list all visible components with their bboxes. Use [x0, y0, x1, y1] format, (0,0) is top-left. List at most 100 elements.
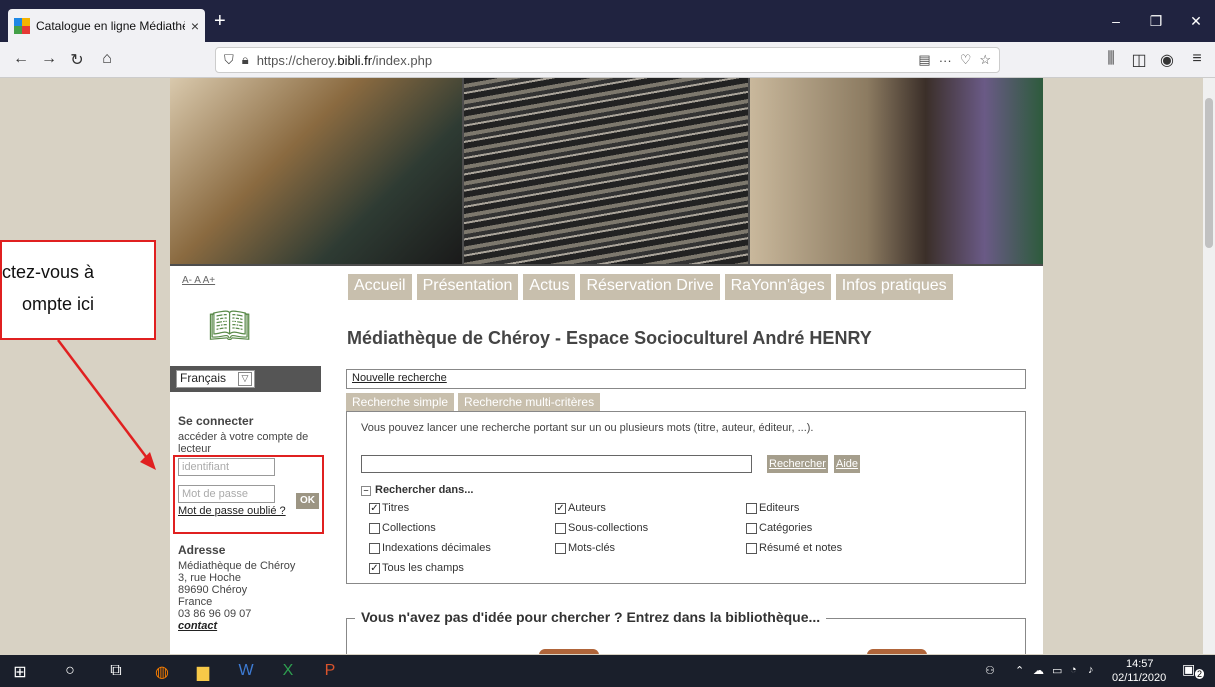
people-icon[interactable]: ⚇ [985, 664, 995, 677]
home-icon[interactable]: ⌂ [96, 50, 118, 68]
page-actions-icon[interactable]: ··· [939, 53, 952, 68]
collapse-icon[interactable]: – [361, 486, 371, 496]
windows-start-icon[interactable]: ⊞ [10, 662, 30, 682]
address-line: Médiathèque de Chéroy [178, 560, 296, 572]
search-hint: Vous pouvez lancer une recherche portant… [361, 422, 814, 434]
checkbox-icon[interactable]: ✓ [555, 502, 566, 514]
bookmark-star-icon[interactable]: ☆ [979, 52, 991, 68]
search-field-checkbox[interactable]: Résumé et notes [746, 542, 842, 554]
close-tab-icon[interactable]: × [191, 18, 199, 34]
menu-item-infos-pratiques[interactable]: Infos pratiques [835, 274, 953, 300]
word-icon[interactable]: W [236, 662, 256, 680]
banner-image [170, 78, 1043, 266]
checkbox-icon[interactable] [746, 502, 757, 514]
search-field-checkbox[interactable]: Catégories [746, 522, 812, 534]
page-content: A- A A+ 📖︎ Accueil Présentation Actus Ré… [170, 78, 1043, 654]
address-panel: Adresse Médiathèque de Chéroy 3, rue Hoc… [178, 543, 320, 632]
close-window-button[interactable]: ✕ [1181, 13, 1211, 30]
open-book-logo-icon[interactable]: 📖︎ [208, 306, 251, 346]
minimize-button[interactable]: – [1101, 13, 1131, 29]
reload-icon[interactable]: ↻ [66, 50, 88, 70]
menu-item-presentation[interactable]: Présentation [416, 274, 519, 300]
task-view-icon[interactable]: ⧉ [106, 662, 126, 680]
file-explorer-icon[interactable]: ▆ [193, 662, 213, 682]
search-field-checkbox[interactable]: Indexations décimales [369, 542, 491, 554]
address-line: 89690 Chéroy [178, 584, 248, 596]
excel-icon[interactable]: X [278, 662, 298, 680]
scrollbar[interactable] [1203, 78, 1215, 654]
chevron-down-icon[interactable]: ▽ [238, 372, 252, 386]
search-field-checkbox[interactable]: ✓ Titres [369, 502, 409, 514]
search-field-checkbox[interactable]: Collections [369, 522, 436, 534]
lock-icon[interactable]: 🔒︎ [242, 52, 249, 68]
menu-icon[interactable]: ≡ [1186, 50, 1208, 68]
book-icon[interactable] [867, 649, 927, 654]
search-input[interactable] [361, 455, 752, 473]
browser-tab[interactable]: Catalogue en ligne Médiathèqu × [8, 9, 205, 42]
scrollbar-thumb[interactable] [1205, 98, 1213, 248]
clock-time[interactable]: 14:57 [1126, 658, 1154, 670]
address-heading: Adresse [178, 543, 226, 557]
language-select[interactable]: Français ▽ [176, 370, 255, 388]
font-size-links[interactable]: A- A A+ [182, 275, 215, 286]
wifi-icon[interactable]: ◔ [1070, 664, 1077, 676]
volume-icon[interactable]: ♪ [1088, 664, 1094, 676]
new-tab-button[interactable]: + [214, 11, 226, 31]
account-icon[interactable]: ◉ [1156, 50, 1178, 70]
shield-icon[interactable]: ⛉ [224, 52, 234, 68]
main-menu: Accueil Présentation Actus Réservation D… [348, 274, 953, 300]
search-field-checkbox[interactable]: ✓ Tous les champs [369, 562, 464, 574]
address-phone: 03 86 96 09 07 [178, 608, 252, 620]
powerpoint-icon[interactable]: P [320, 662, 340, 680]
library-icon[interactable]: ⫼ [1100, 50, 1122, 68]
sidebar-icon[interactable]: ◫ [1128, 50, 1150, 70]
tab-multi-criteria-search[interactable]: Recherche multi-critères [458, 393, 601, 411]
navigation-toolbar: ← → ↻ ⌂ ⛉ 🔒︎ https://cheroy.bibli.fr/ind… [0, 42, 1215, 78]
reader-view-icon[interactable]: ▤ [918, 52, 930, 68]
forward-icon[interactable]: → [38, 50, 60, 68]
checkbox-icon[interactable] [746, 522, 757, 534]
checkbox-icon[interactable]: ✓ [369, 562, 380, 574]
search-field-checkbox[interactable]: ✓ Auteurs [555, 502, 606, 514]
menu-item-rayonnages[interactable]: RaYonn'âges [724, 274, 831, 300]
checkbox-label: Editeurs [759, 502, 800, 514]
notification-icon[interactable]: ▣ [1182, 661, 1195, 678]
checkbox-icon[interactable] [555, 522, 566, 534]
checkbox-icon[interactable] [555, 542, 566, 554]
new-search-link[interactable]: Nouvelle recherche [346, 369, 1026, 389]
clock-date[interactable]: 02/11/2020 [1112, 672, 1166, 684]
search-field-checkbox[interactable]: Sous-collections [555, 522, 648, 534]
menu-item-accueil[interactable]: Accueil [348, 274, 412, 300]
help-button[interactable]: Aide [834, 455, 861, 473]
search-in-toggle[interactable]: – Rechercher dans... [361, 484, 473, 496]
tray-chevron-icon[interactable]: ⌃ [1015, 664, 1024, 677]
back-icon[interactable]: ← [10, 50, 32, 68]
search-field-checkbox[interactable]: Editeurs [746, 502, 799, 514]
checkbox-icon[interactable] [369, 522, 380, 534]
firefox-icon[interactable]: ◍ [152, 662, 172, 682]
checkbox-icon[interactable] [369, 542, 380, 554]
browser-tab-bar: Catalogue en ligne Médiathèqu × + – ❐ ✕ [0, 0, 1215, 42]
annotation-callout: ctez-vous à ompte ici [0, 240, 156, 340]
menu-item-actus[interactable]: Actus [523, 274, 576, 300]
search-button[interactable]: Rechercher [767, 455, 828, 473]
onedrive-icon[interactable]: ☁ [1033, 664, 1044, 677]
checkbox-label: Tous les champs [382, 562, 464, 574]
notification-count: 2 [1195, 669, 1205, 679]
checkbox-label: Mots-clés [568, 542, 616, 554]
contact-link[interactable]: contact [178, 620, 320, 632]
checkbox-icon[interactable] [746, 542, 757, 554]
book-icon[interactable] [539, 649, 599, 654]
url-text[interactable]: https://cheroy.bibli.fr/index.php [257, 53, 911, 68]
search-field-checkbox[interactable]: Mots-clés [555, 542, 615, 554]
checkbox-icon[interactable]: ✓ [369, 502, 380, 514]
search-icon[interactable]: ○ [60, 662, 80, 680]
menu-item-reservation-drive[interactable]: Réservation Drive [580, 274, 720, 300]
battery-icon[interactable]: ▭ [1052, 664, 1062, 677]
callout-line: ctez-vous à [2, 262, 95, 282]
checkbox-label: Sous-collections [568, 522, 649, 534]
tab-simple-search[interactable]: Recherche simple [346, 393, 455, 411]
restore-button[interactable]: ❐ [1141, 13, 1171, 30]
pocket-icon[interactable]: ♡ [960, 52, 972, 68]
url-bar[interactable]: ⛉ 🔒︎ https://cheroy.bibli.fr/index.php ▤… [215, 47, 1000, 73]
